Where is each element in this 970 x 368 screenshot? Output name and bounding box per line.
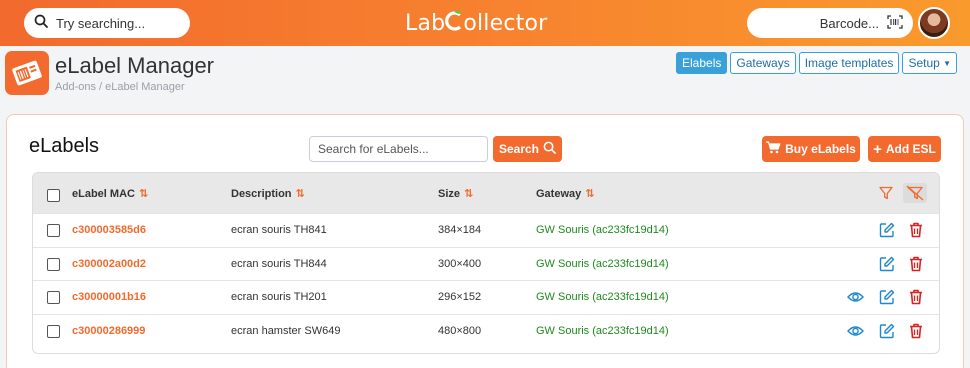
sort-icon[interactable]: ⇅ xyxy=(296,188,305,200)
tab-image-templates[interactable]: Image templates xyxy=(798,52,900,74)
barcode-placeholder: Barcode... xyxy=(819,15,879,31)
mac-link[interactable]: c300002a00d2 xyxy=(72,258,146,270)
elabels-table: eLabel MAC ⇅ Description ⇅ Size ⇅ Gateway ⇅ … xyxy=(32,172,940,354)
card-title: eLabels xyxy=(29,135,100,157)
gateway-cell: GW Souris (ac233fc19d14) xyxy=(536,324,669,337)
sort-icon[interactable]: ⇅ xyxy=(139,188,148,200)
mac-link[interactable]: c30000286999 xyxy=(72,325,145,337)
add-esl-button[interactable]: + Add ESL xyxy=(868,136,941,162)
gateway-cell: GW Souris (ac233fc19d14) xyxy=(536,257,669,270)
size-cell: 300×400 xyxy=(438,257,482,270)
elabels-search-input[interactable]: Search for eLabels... xyxy=(309,136,488,162)
user-avatar[interactable] xyxy=(918,7,950,39)
edit-icon[interactable] xyxy=(879,256,895,272)
row-checkbox[interactable] xyxy=(47,324,60,338)
table-row[interactable]: c300002a00d2 ecran souris TH844 300×400 GW … xyxy=(33,246,939,280)
plus-icon: + xyxy=(873,140,882,158)
gateway-cell: GW Souris (ac233fc19d14) xyxy=(536,224,669,236)
eye-icon[interactable] xyxy=(847,290,864,306)
trash-icon[interactable] xyxy=(909,289,923,305)
edit-icon[interactable] xyxy=(879,222,895,238)
global-search-input[interactable]: Try searching... xyxy=(24,8,190,38)
gateway-cell: GW Souris (ac233fc19d14) xyxy=(536,291,669,303)
filter-icon[interactable] xyxy=(879,186,893,205)
clear-filter-icon[interactable] xyxy=(903,183,927,203)
select-all-checkbox[interactable] xyxy=(47,189,60,202)
row-checkbox[interactable] xyxy=(47,291,60,304)
caret-down-icon: ▼ xyxy=(943,59,952,68)
trash-icon[interactable] xyxy=(909,256,923,272)
description-cell: ecran souris TH844 xyxy=(231,257,327,270)
breadcrumb[interactable]: Add-ons / eLabel Manager xyxy=(55,81,185,93)
page-title: eLabel Manager xyxy=(55,53,215,78)
sort-icon[interactable]: ⇅ xyxy=(464,188,473,200)
search-icon xyxy=(543,141,556,157)
buy-elabels-button[interactable]: Buy eLabels xyxy=(762,136,860,162)
row-checkbox[interactable] xyxy=(47,257,60,271)
table-row[interactable]: c30000286999 ecran hamster SW649 480×800 GW… xyxy=(33,313,939,347)
table-row[interactable]: c30000001b16 ecran souris TH201 296×152 GW … xyxy=(33,280,939,313)
size-cell: 480×800 xyxy=(438,324,482,337)
column-header-size[interactable]: Size ⇅ xyxy=(438,187,473,200)
edit-icon[interactable] xyxy=(879,289,895,305)
cart-icon xyxy=(766,141,781,157)
column-header-gateway[interactable]: Gateway ⇅ xyxy=(536,187,594,200)
eye-icon[interactable] xyxy=(847,324,864,340)
barcode-search-input[interactable]: Barcode... xyxy=(747,8,913,38)
setup-dropdown[interactable]: Setup ▼ xyxy=(902,52,958,74)
global-search-placeholder: Try searching... xyxy=(56,15,146,31)
column-header-mac[interactable]: eLabel MAC ⇅ xyxy=(72,187,148,200)
size-cell: 296×152 xyxy=(438,291,482,303)
trash-icon[interactable] xyxy=(909,323,923,339)
logo-c-mark xyxy=(445,10,463,31)
table-row[interactable]: c300003585d6 ecran souris TH841 384×184 GW … xyxy=(33,213,939,246)
search-button[interactable]: Search xyxy=(493,136,562,162)
size-cell: 384×184 xyxy=(438,224,482,236)
tab-elabels[interactable]: Elabels xyxy=(676,52,728,74)
description-cell: ecran souris TH201 xyxy=(231,291,327,303)
barcode-scan-icon[interactable] xyxy=(887,14,903,32)
tab-gateways[interactable]: Gateways xyxy=(730,52,796,74)
description-cell: ecran souris TH841 xyxy=(231,224,327,236)
elabels-card: eLabels Search for eLabels... Search Buy… xyxy=(6,114,964,368)
description-cell: ecran hamster SW649 xyxy=(231,324,341,337)
search-icon xyxy=(34,14,48,33)
edit-icon[interactable] xyxy=(879,323,895,339)
mac-link[interactable]: c30000001b16 xyxy=(72,291,146,303)
elabel-app-icon xyxy=(5,51,49,95)
trash-icon[interactable] xyxy=(909,222,923,238)
table-header: eLabel MAC ⇅ Description ⇅ Size ⇅ Gateway ⇅ xyxy=(33,173,939,213)
row-checkbox[interactable] xyxy=(47,224,60,237)
mac-link[interactable]: c300003585d6 xyxy=(72,224,146,236)
column-header-description[interactable]: Description ⇅ xyxy=(231,187,305,200)
section-nav: Elabels Gateways Image templates Setup ▼ xyxy=(676,52,958,74)
top-bar: Try searching... Lab ollector Barcode... xyxy=(0,0,970,46)
sort-icon[interactable]: ⇅ xyxy=(585,188,594,200)
labcollector-logo[interactable]: Lab ollector xyxy=(405,10,547,36)
